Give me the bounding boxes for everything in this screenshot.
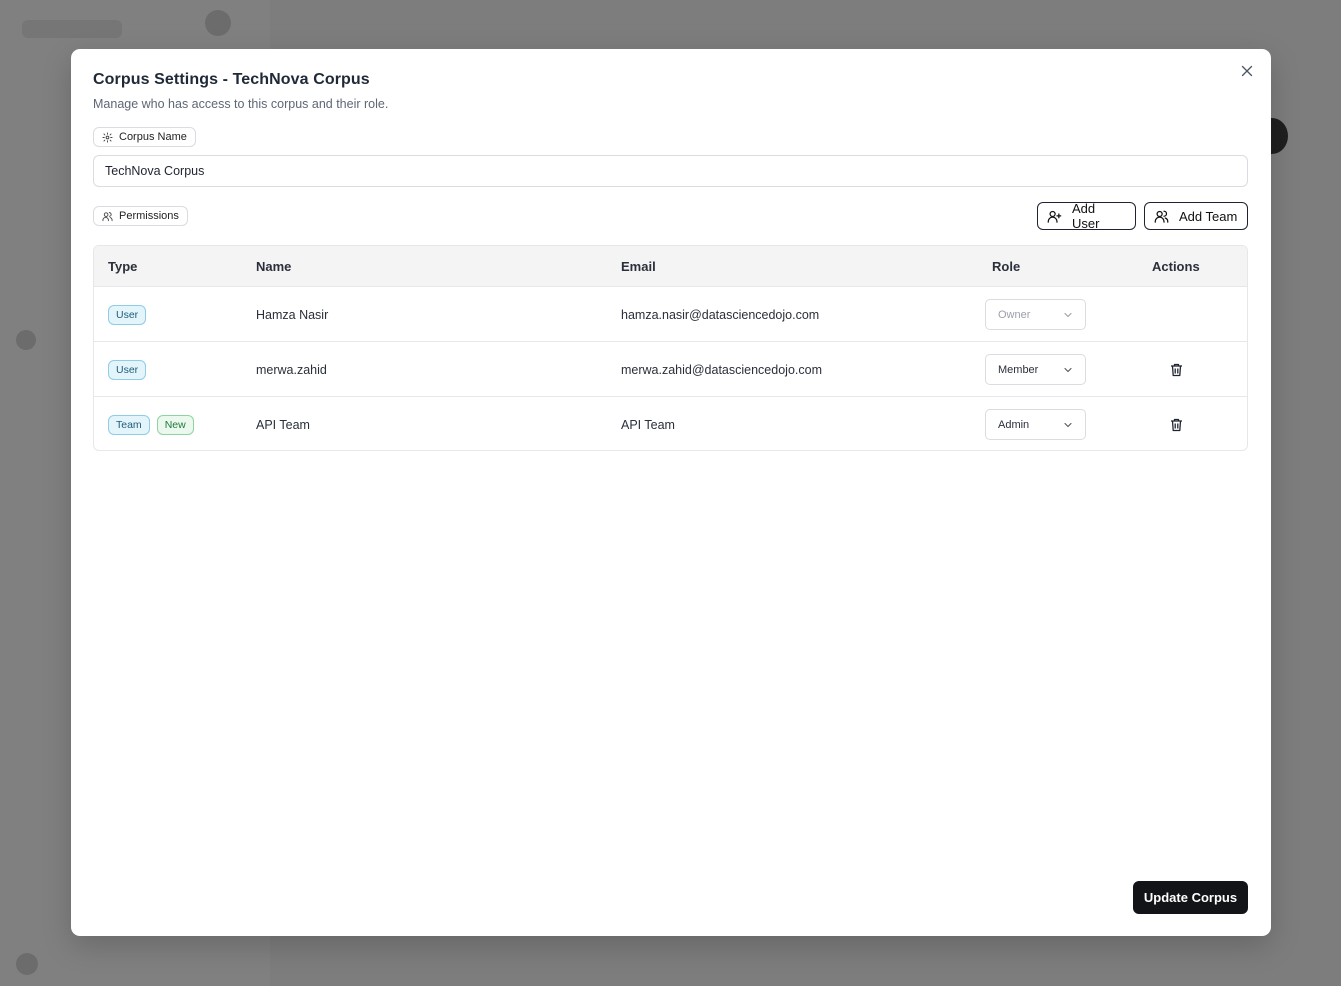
type-cell: User (108, 287, 153, 342)
gear-icon (102, 131, 113, 143)
permissions-section-label: Permissions (93, 206, 188, 226)
header-name: Name (256, 259, 292, 274)
header-role: Role (992, 259, 1021, 274)
role-cell: Member (985, 342, 1086, 397)
header-email: Email (621, 259, 656, 274)
trash-icon (1170, 363, 1182, 376)
table-row: User Hamza Nasir hamza.nasir@datascience… (94, 287, 1247, 342)
table-row: Team New API Team API Team Admin (94, 397, 1247, 450)
update-corpus-button[interactable]: Update Corpus (1133, 881, 1248, 914)
delete-button[interactable] (1166, 415, 1186, 435)
role-value: Owner (998, 308, 1031, 321)
table-header: Type Name Email Role Actions (94, 246, 1247, 287)
email-cell: merwa.zahid@datasciencedojo.com (621, 362, 822, 377)
user-plus-icon (1047, 210, 1062, 223)
corpus-name-section-label: Corpus Name (93, 127, 196, 147)
users-icon (102, 211, 113, 221)
type-badge: User (108, 304, 147, 325)
type-badge: User (108, 359, 147, 380)
corpus-settings-dialog: Corpus Settings - TechNova Corpus Manage… (71, 49, 1271, 936)
name-cell: merwa.zahid (256, 362, 327, 377)
header-type: Type (108, 259, 138, 274)
add-user-label: Add User (1071, 201, 1100, 231)
role-cell: Admin (985, 397, 1086, 450)
new-badge: New (156, 414, 194, 435)
delete-button[interactable] (1166, 360, 1186, 380)
email-cell: hamza.nasir@datasciencedojo.com (621, 307, 820, 322)
name-cell: Hamza Nasir (256, 307, 329, 322)
role-select: Owner (985, 299, 1086, 330)
dialog-subtitle: Manage who has access to this corpus and… (93, 97, 389, 111)
add-team-button[interactable]: Add Team (1144, 202, 1248, 230)
role-select[interactable]: Member (985, 354, 1086, 385)
corpus-name-label-text: Corpus Name (119, 131, 187, 143)
email-cell: API Team (621, 417, 675, 432)
add-user-button[interactable]: Add User (1037, 201, 1136, 231)
close-icon (1241, 65, 1253, 77)
chevron-down-icon (1064, 312, 1072, 317)
close-button[interactable] (1237, 61, 1257, 81)
permissions-label-text: Permissions (119, 210, 179, 222)
type-cell: Team New (108, 397, 201, 450)
chevron-down-icon (1064, 367, 1072, 372)
role-cell: Owner (985, 287, 1086, 342)
add-team-label: Add Team (1179, 208, 1238, 224)
type-badge: Team (108, 414, 150, 435)
role-select[interactable]: Admin (985, 409, 1086, 440)
actions-cell (1158, 342, 1186, 397)
role-value: Member (998, 363, 1039, 376)
trash-icon (1170, 418, 1182, 431)
corpus-name-input[interactable] (93, 155, 1248, 187)
role-value: Admin (998, 418, 1030, 431)
name-cell: API Team (256, 417, 310, 432)
table-row: User merwa.zahid merwa.zahid@datascience… (94, 342, 1247, 397)
users-icon (1154, 210, 1169, 223)
type-cell: User (108, 342, 153, 397)
dialog-title: Corpus Settings - TechNova Corpus (93, 71, 370, 88)
actions-cell (1158, 397, 1186, 450)
header-actions: Actions (1152, 259, 1200, 274)
chevron-down-icon (1064, 422, 1072, 427)
permissions-table: Type Name Email Role Actions User Hamza … (93, 245, 1248, 451)
